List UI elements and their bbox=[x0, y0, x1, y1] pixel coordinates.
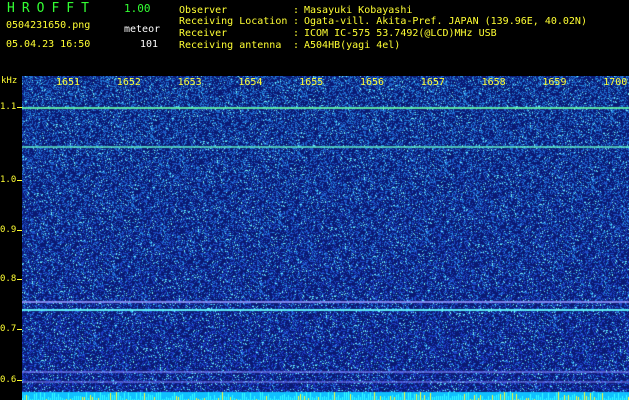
header-panel: HROFFT 1.00 0504231650.png meteor 05.04.… bbox=[0, 0, 629, 76]
separator: : bbox=[293, 5, 300, 16]
frequency-tick-label: 1.0 bbox=[0, 175, 17, 185]
antenna-value: A504HB(yagi 4el) bbox=[304, 40, 401, 51]
frequency-tick-label: 0.9 bbox=[0, 225, 17, 235]
frequency-tick-label: 0.8 bbox=[0, 274, 17, 284]
observer-value: Masayuki Kobayashi bbox=[304, 5, 413, 16]
frequency-tick-label: 0.6 bbox=[0, 375, 17, 385]
time-tick-label: 1700 bbox=[603, 77, 628, 88]
location-label: Receiving Location bbox=[179, 16, 288, 27]
location-value: Ogata-vill. Akita-Pref. JAPAN (139.96E, … bbox=[304, 16, 587, 27]
time-tick-label: 1654 bbox=[238, 77, 263, 88]
separator: : bbox=[293, 16, 300, 27]
frequency-unit: kHz bbox=[1, 76, 18, 86]
antenna-label: Receiving antenna bbox=[179, 40, 282, 51]
frequency-tick-label: 1.1 bbox=[0, 102, 17, 112]
time-tick-label: 1653 bbox=[177, 77, 202, 88]
app-version: 1.00 bbox=[124, 2, 151, 15]
app-title: HROFFT bbox=[7, 1, 96, 16]
time-tick-label: 1655 bbox=[299, 77, 324, 88]
separator: : bbox=[293, 28, 300, 39]
spectrogram-canvas bbox=[22, 76, 629, 400]
time-tick-label: 1659 bbox=[542, 77, 567, 88]
time-tick-label: 1651 bbox=[56, 77, 81, 88]
time-tick-label: 1657 bbox=[420, 77, 445, 88]
receiver-value: ICOM IC-575 53.7492(@LCD)MHz USB bbox=[304, 28, 497, 39]
time-tick-label: 1652 bbox=[116, 77, 141, 88]
meteor-count: 101 bbox=[140, 39, 159, 50]
mode-label: meteor bbox=[124, 24, 161, 35]
separator: : bbox=[293, 40, 300, 51]
time-tick-label: 1656 bbox=[360, 77, 385, 88]
frequency-axis: kHz 1.1 1.0 0.9 0.8 0.7 0.6 bbox=[0, 76, 22, 400]
frequency-tick-label: 0.7 bbox=[0, 324, 17, 334]
observer-label: Observer bbox=[179, 5, 228, 16]
date-time: 05.04.23 16:50 bbox=[6, 39, 91, 50]
receiver-label: Receiver bbox=[179, 28, 228, 39]
time-tick-label: 1658 bbox=[481, 77, 506, 88]
file-name: 0504231650.png bbox=[6, 20, 91, 31]
